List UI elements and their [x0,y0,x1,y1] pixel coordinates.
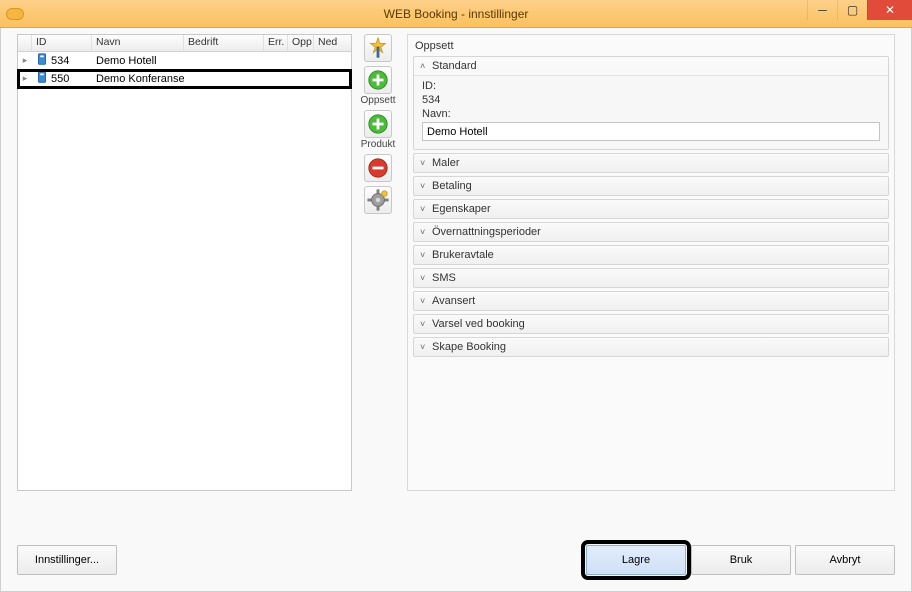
accordion-title: Skape Booking [432,341,506,353]
id-value: 534 [422,94,880,106]
chevron-down-icon: ˅ [420,250,432,260]
accordion-title: Maler [432,157,460,169]
accordion-header[interactable]: ˅ Avansert [414,292,888,310]
bottom-bar: Innstillinger... Lagre Bruk Avbryt [1,531,911,591]
lagre-button[interactable]: Lagre [586,545,686,575]
add-oppsett-button[interactable]: Oppsett [361,66,395,106]
col-ned[interactable]: Ned [314,35,351,51]
accordion-overnattningsperioder: ˅ Övernattningsperioder [413,222,889,242]
col-bedrift[interactable]: Bedrift [184,35,264,51]
settings-button[interactable] [361,186,395,214]
accordion-betaling: ˅ Betaling [413,176,889,196]
chevron-down-icon: ˅ [420,181,432,191]
window-title: WEB Booking - innstillinger [384,7,529,21]
row-icon-cell [32,52,47,70]
chevron-down-icon: ˅ [420,227,432,237]
row-icon-cell [32,70,47,88]
chevron-down-icon: ˅ [420,319,432,329]
add-produkt-button[interactable]: Produkt [361,110,395,150]
expand-toggle[interactable]: ▸ [18,73,32,84]
chevron-down-icon: ˅ [420,296,432,306]
panel-title: Oppsett [413,38,889,56]
chevron-down-icon: ˅ [420,158,432,168]
window-controls: － ▢ ✕ [807,0,912,22]
close-button[interactable]: ✕ [867,0,912,20]
cell-navn: Demo Konferansesenter [92,73,184,85]
oppsett-panel: Oppsett ˄ Standard ID: 534 Navn: ˅ Maler… [407,34,895,491]
setup-grid: ID Navn Bedrift Err. Opp Ned ▸ 534 Demo … [17,34,352,491]
innstillinger-button[interactable]: Innstillinger... [17,545,117,575]
content-area: ID Navn Bedrift Err. Opp Ned ▸ 534 Demo … [0,28,912,592]
navn-input[interactable] [422,122,880,141]
avbryt-button[interactable]: Avbryt [795,545,895,575]
accordion-avansert: ˅ Avansert [413,291,889,311]
accordion-header[interactable]: ˅ Betaling [414,177,888,195]
minimize-button[interactable]: － [807,0,837,20]
accordion-title: Standard [432,60,477,72]
accordion-title: Egenskaper [432,203,491,215]
add-green-icon [364,66,392,94]
toolbar-column: Oppsett Produkt [359,34,397,214]
accordion-header[interactable]: ˅ Maler [414,154,888,172]
produkt-label: Produkt [361,139,395,150]
cell-navn: Demo Hotell [92,55,184,67]
accordion-title: Betaling [432,180,472,192]
table-row[interactable]: ▸ 550 Demo Konferansesenter [18,70,351,88]
accordion-title: SMS [432,272,456,284]
grid-header: ID Navn Bedrift Err. Opp Ned [18,35,351,52]
col-navn[interactable]: Navn [92,35,184,51]
setup-icon [34,70,47,85]
cell-id: 534 [47,55,92,67]
wizard-button[interactable] [361,34,395,62]
grid-expand-col [18,35,32,51]
accordion-title: Avansert [432,295,475,307]
accordion-header[interactable]: ˅ Övernattningsperioder [414,223,888,241]
maximize-button[interactable]: ▢ [837,0,867,20]
accordion-skape: ˅ Skape Booking [413,337,889,357]
col-err[interactable]: Err. [264,35,288,51]
accordion-header-standard[interactable]: ˄ Standard [414,57,888,75]
accordion-standard: ˄ Standard ID: 534 Navn: [413,56,889,150]
chevron-down-icon: ˅ [420,273,432,283]
accordion-egenskaper: ˅ Egenskaper [413,199,889,219]
accordion-sms: ˅ SMS [413,268,889,288]
accordion-title: Brukeravtale [432,249,494,261]
col-id[interactable]: ID [32,35,92,51]
app-icon [6,8,24,20]
table-row[interactable]: ▸ 534 Demo Hotell [18,52,351,70]
navn-label: Navn: [422,108,880,120]
accordion-header[interactable]: ˅ SMS [414,269,888,287]
accordion-varsel: ˅ Varsel ved booking [413,314,889,334]
add-green-icon [364,110,392,138]
oppsett-label: Oppsett [360,95,395,106]
accordion-header[interactable]: ˅ Egenskaper [414,200,888,218]
id-label: ID: [422,80,880,92]
accordion-header[interactable]: ˅ Varsel ved booking [414,315,888,333]
setup-icon [34,52,47,67]
gear-icon [364,186,392,214]
delete-button[interactable] [361,154,395,182]
bruk-button[interactable]: Bruk [691,545,791,575]
expand-toggle[interactable]: ▸ [18,55,32,66]
cell-id: 550 [47,73,92,85]
delete-red-icon [364,154,392,182]
col-opp[interactable]: Opp [288,35,314,51]
accordion-header[interactable]: ˅ Skape Booking [414,338,888,356]
wand-star-icon [364,34,392,62]
title-bar: WEB Booking - innstillinger － ▢ ✕ [0,0,912,28]
accordion-body-standard: ID: 534 Navn: [414,75,888,149]
accordion-header[interactable]: ˅ Brukeravtale [414,246,888,264]
grid-body: ▸ 534 Demo Hotell ▸ [18,52,351,88]
chevron-up-icon: ˄ [420,61,432,71]
accordion-maler: ˅ Maler [413,153,889,173]
accordion-title: Varsel ved booking [432,318,525,330]
chevron-down-icon: ˅ [420,204,432,214]
chevron-down-icon: ˅ [420,342,432,352]
accordion-title: Övernattningsperioder [432,226,541,238]
accordion-brukeravtale: ˅ Brukeravtale [413,245,889,265]
